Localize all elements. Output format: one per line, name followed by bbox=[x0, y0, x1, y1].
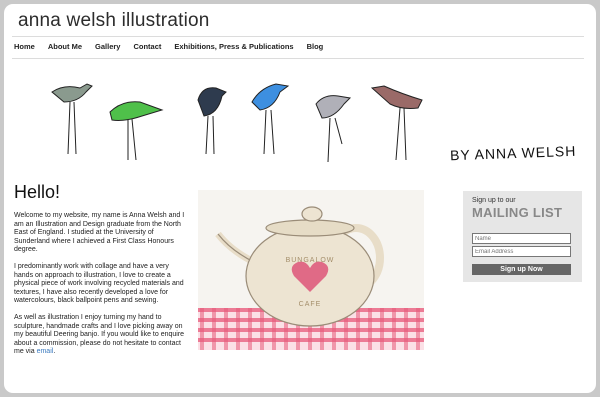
bird-2 bbox=[109, 101, 164, 161]
teapot-label-top: BUNGALOW bbox=[286, 257, 335, 264]
intro-paragraph-3: As well as illustration I enjoy turning … bbox=[14, 314, 186, 357]
nav-gallery[interactable]: Gallery bbox=[95, 42, 120, 51]
page-heading: Hello! bbox=[14, 182, 61, 202]
name-input[interactable] bbox=[472, 233, 571, 244]
nav-contact[interactable]: Contact bbox=[133, 42, 161, 51]
site-title[interactable]: anna welsh illustration bbox=[18, 10, 210, 32]
header-divider bbox=[12, 36, 584, 37]
bird-4 bbox=[251, 83, 290, 155]
bird-6 bbox=[370, 85, 423, 161]
mailing-title: MAILING LIST bbox=[472, 205, 563, 220]
email-link[interactable]: email bbox=[37, 348, 54, 355]
period: . bbox=[53, 348, 56, 356]
teapot-label-bottom: CAFE bbox=[299, 301, 322, 308]
email-input[interactable] bbox=[472, 246, 571, 257]
bird-1 bbox=[51, 83, 93, 155]
nav-about-me[interactable]: About Me bbox=[48, 42, 82, 51]
mailing-pre-text: Sign up to our bbox=[472, 197, 516, 204]
nav-blog[interactable]: Blog bbox=[307, 42, 324, 51]
intro-paragraph-2: I predominantly work with collage and ha… bbox=[14, 262, 184, 305]
main-nav: Home About Me Gallery Contact Exhibition… bbox=[14, 42, 336, 51]
teapot-illustration: BUNGALOW CAFE bbox=[198, 190, 424, 350]
nav-home[interactable]: Home bbox=[14, 42, 35, 51]
intro-paragraph-1: Welcome to my website, my name is Anna W… bbox=[14, 212, 185, 254]
nav-exhibitions[interactable]: Exhibitions, Press & Publications bbox=[174, 42, 293, 51]
bird-5 bbox=[315, 95, 352, 163]
bird-3 bbox=[197, 87, 227, 155]
signup-button[interactable]: Sign up Now bbox=[472, 264, 571, 275]
mailing-list-panel: Sign up to our MAILING LIST Sign up Now bbox=[463, 191, 582, 282]
intro-text: Welcome to my website, my name is Anna W… bbox=[14, 212, 186, 365]
browser-frame: anna welsh illustration Home About Me Ga… bbox=[4, 4, 596, 393]
nav-divider bbox=[12, 58, 584, 59]
